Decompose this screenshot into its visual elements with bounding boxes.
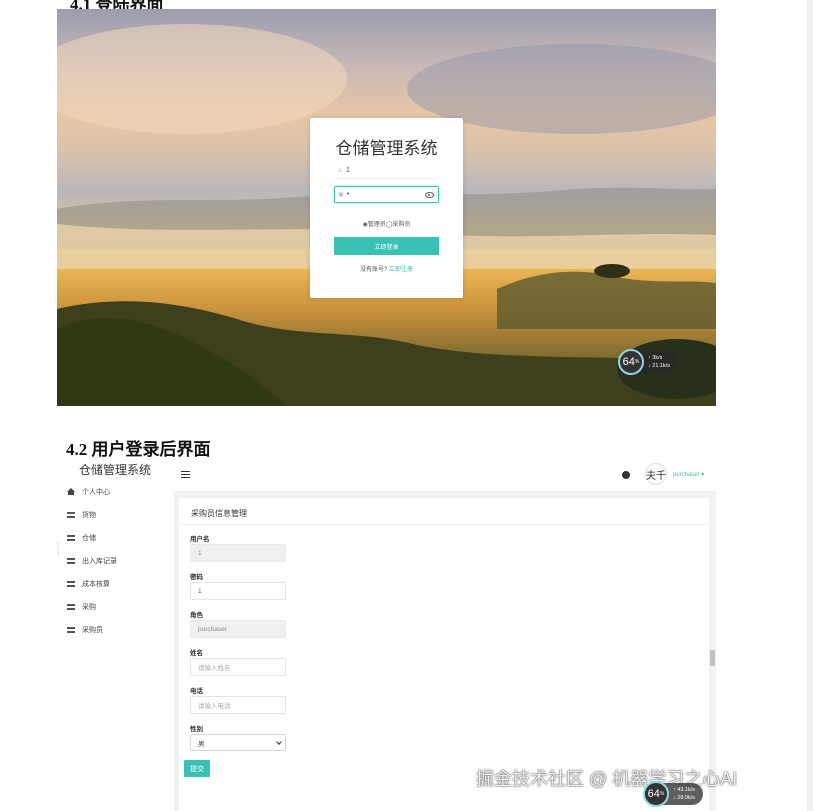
speed-value: 64 (647, 788, 660, 800)
download-speed: ↓ 28.9k/s (673, 795, 696, 801)
speed-lines: ↑ 3k/s ↓ 21.1k/s (648, 354, 670, 370)
role-label: 角色 (190, 612, 203, 619)
sidebar-item-goods[interactable]: 货物 (67, 510, 96, 520)
network-speed-widget[interactable]: 64% ↑ 43.1k/s ↓ 28.9k/s (643, 781, 703, 807)
sidebar-item-label: 个人中心 (82, 489, 110, 496)
user-icon: ♙ (337, 167, 343, 174)
download-speed: ↓ 21.1k/s (648, 363, 671, 369)
sidebar-item-profile[interactable]: 个人中心 (67, 487, 110, 497)
username-input[interactable]: 1 (190, 544, 286, 562)
speed-unit: % (659, 791, 665, 797)
speed-value: 64 (622, 356, 635, 368)
password-label: 密码 (190, 574, 203, 581)
gender-selected: 男 (198, 740, 205, 748)
login-card: 仓储管理系统 ♙ 1 ▣ • ◉管理员◯采购员 立即登录 没有账号? 立即注册 (310, 118, 463, 298)
network-speed-widget[interactable]: 64% ↑ 3k/s ↓ 21.1k/s (618, 349, 678, 375)
app-title: 仓储管理系统 (79, 463, 152, 477)
username-field[interactable]: ♙ 1 (334, 162, 439, 179)
register-prompt: 没有账号? (359, 267, 388, 273)
sidebar-item-label: 采购 (82, 604, 96, 611)
password-value: • (347, 191, 350, 198)
role-radio-group[interactable]: ◉管理员◯采购员 (310, 219, 463, 228)
gender-label: 性别 (190, 726, 203, 733)
speed-lines: ↑ 43.1k/s ↓ 28.9k/s (673, 786, 695, 802)
password-field[interactable]: ▣ • (334, 186, 439, 203)
speed-percent: 64% (618, 349, 644, 375)
menu-icon (67, 581, 75, 587)
speed-percent: 64% (643, 781, 669, 807)
sidebar-item-label: 货物 (82, 512, 96, 519)
user-menu[interactable]: purchaser ▾ (673, 471, 704, 478)
sidebar-item-purchaser[interactable]: 采购员 (67, 625, 103, 635)
sidebar-item-cost[interactable]: 成本核算 (67, 579, 110, 589)
lock-icon: ▣ (338, 192, 344, 198)
menu-icon (67, 512, 75, 518)
speed-unit: % (634, 359, 640, 365)
menu-icon (67, 627, 75, 633)
menu-icon (67, 535, 75, 541)
inner-scrollbar-thumb[interactable] (710, 650, 715, 666)
palette-icon[interactable] (622, 471, 630, 479)
phone-input[interactable]: 请输入电话 (190, 696, 286, 714)
phone-label: 电话 (190, 688, 203, 695)
register-row: 没有账号? 立即注册 (310, 264, 463, 273)
card-title: 采购员信息管理 (191, 509, 247, 518)
sidebar-item-inout-records[interactable]: 出入库记录 (67, 556, 117, 566)
card-divider (179, 524, 709, 525)
home-icon (67, 488, 75, 495)
sidebar-active-indicator (57, 542, 59, 556)
username-value: 1 (346, 166, 350, 174)
register-link[interactable]: 立即注册 (389, 267, 413, 273)
sidebar-item-label: 出入库记录 (82, 558, 117, 565)
sidebar-item-label: 成本核算 (82, 581, 110, 588)
login-screenshot: 仓储管理系统 ♙ 1 ▣ • ◉管理员◯采购员 立即登录 没有账号? 立即注册 … (57, 9, 716, 406)
section-heading-after-login: 4.2 用户登录后界面 (66, 440, 211, 459)
eye-icon[interactable] (425, 191, 434, 198)
menu-icon (67, 604, 75, 610)
login-title: 仓储管理系统 (335, 139, 438, 158)
app-screenshot: 仓储管理系统 个人中心 货物 仓储 出入库记录 成本核算 采购 采购员 夫千 p… (57, 458, 716, 811)
page-scrollbar[interactable] (807, 0, 813, 811)
menu-icon (67, 558, 75, 564)
chevron-down-icon (276, 739, 282, 745)
password-input[interactable]: 1 (190, 582, 286, 600)
sidebar-item-purchase[interactable]: 采购 (67, 602, 96, 612)
submit-button[interactable]: 提交 (184, 760, 210, 777)
hamburger-icon[interactable] (181, 471, 190, 478)
sidebar-item-storage[interactable]: 仓储 (67, 533, 96, 543)
upload-speed: ↑ 3k/s (648, 355, 663, 361)
role-input[interactable]: purchaser (190, 620, 286, 638)
sidebar-item-label: 采购员 (82, 627, 103, 634)
name-input[interactable]: 请输入姓名 (190, 658, 286, 676)
username-label: 用户名 (190, 536, 210, 543)
upload-speed: ↑ 43.1k/s (673, 787, 696, 793)
sidebar-item-label: 仓储 (82, 535, 96, 542)
login-button[interactable]: 立即登录 (334, 237, 439, 255)
avatar[interactable]: 夫千 (645, 463, 667, 485)
name-label: 姓名 (190, 650, 203, 657)
gender-select[interactable]: 男 (190, 734, 286, 751)
